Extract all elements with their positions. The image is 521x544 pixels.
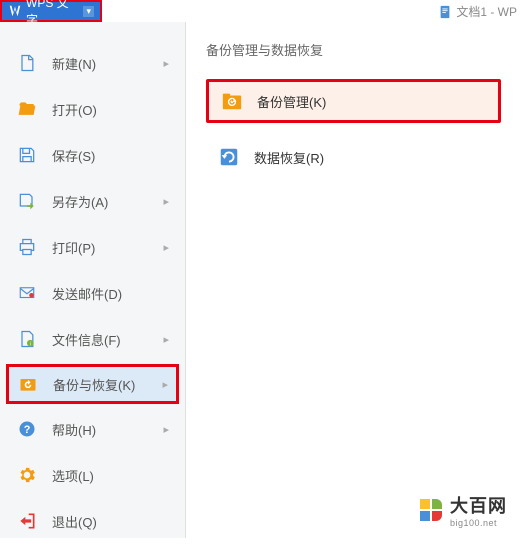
document-title-text: 文档1 - WP: [456, 3, 517, 20]
menu-item-exit[interactable]: 退出(Q): [0, 498, 185, 544]
file-menu-sidebar: 新建(N) ▸ 打开(O) 保存(S) 另存为(A) ▸: [0, 22, 186, 538]
menu-label: 帮助(H): [52, 420, 163, 439]
saveas-icon: [16, 190, 38, 212]
panel-title: 备份管理与数据恢复: [206, 40, 501, 59]
option-label: 数据恢复(R): [254, 148, 324, 167]
chevron-right-icon: ▸: [163, 241, 169, 254]
print-icon: [16, 236, 38, 258]
document-title-area: 文档1 - WP: [438, 3, 517, 20]
app-dropdown-icon[interactable]: ▾: [83, 6, 94, 17]
watermark: 大百网 big100.net: [420, 492, 507, 528]
new-file-icon: [16, 52, 38, 74]
chevron-right-icon: ▸: [163, 195, 169, 208]
recover-icon: [218, 146, 240, 168]
chevron-right-icon: ▸: [163, 333, 169, 346]
document-icon: [438, 5, 452, 19]
app-logo-icon: [8, 4, 22, 18]
menu-label: 新建(N): [52, 54, 163, 73]
option-label: 备份管理(K): [257, 92, 326, 111]
svg-text:i: i: [30, 342, 31, 348]
menu-label: 保存(S): [52, 146, 169, 165]
menu-label: 另存为(A): [52, 192, 163, 211]
chevron-right-icon: ▸: [162, 378, 168, 391]
main-panel: 备份管理与数据恢复 备份管理(K) 数据恢复(R): [186, 22, 521, 538]
menu-item-open[interactable]: 打开(O): [0, 86, 185, 132]
menu-item-help[interactable]: ? 帮助(H) ▸: [0, 406, 185, 452]
menu-item-save[interactable]: 保存(S): [0, 132, 185, 178]
menu-label: 退出(Q): [52, 512, 169, 531]
chevron-right-icon: ▸: [163, 423, 169, 436]
menu-item-mail[interactable]: 发送邮件(D): [0, 270, 185, 316]
menu-label: 发送邮件(D): [52, 284, 169, 303]
save-icon: [16, 144, 38, 166]
watermark-sub-text: big100.net: [450, 518, 497, 528]
exit-icon: [16, 510, 38, 532]
svg-text:?: ?: [24, 424, 31, 436]
menu-item-fileinfo[interactable]: i 文件信息(F) ▸: [0, 316, 185, 362]
option-backup-manage[interactable]: 备份管理(K): [206, 79, 501, 123]
watermark-main-text: 大百网: [450, 492, 507, 518]
open-folder-icon: [16, 98, 38, 120]
app-titlebar[interactable]: WPS 文字 ▾: [0, 0, 102, 22]
menu-item-saveas[interactable]: 另存为(A) ▸: [0, 178, 185, 224]
gear-icon: [16, 464, 38, 486]
menu-item-options[interactable]: 选项(L): [0, 452, 185, 498]
menu-label: 文件信息(F): [52, 330, 163, 349]
chevron-right-icon: ▸: [163, 57, 169, 70]
menu-item-backup[interactable]: 备份与恢复(K) ▸: [6, 364, 179, 404]
mail-icon: [16, 282, 38, 304]
backup-folder-icon: [221, 90, 243, 112]
menu-label: 选项(L): [52, 466, 169, 485]
backup-icon: [17, 373, 39, 395]
watermark-logo-icon: [420, 499, 442, 521]
menu-item-new[interactable]: 新建(N) ▸: [0, 40, 185, 86]
help-icon: ?: [16, 418, 38, 440]
menu-label: 打开(O): [52, 100, 169, 119]
option-data-recover[interactable]: 数据恢复(R): [206, 135, 501, 179]
menu-item-print[interactable]: 打印(P) ▸: [0, 224, 185, 270]
fileinfo-icon: i: [16, 328, 38, 350]
menu-label: 打印(P): [52, 238, 163, 257]
content-area: 新建(N) ▸ 打开(O) 保存(S) 另存为(A) ▸: [0, 22, 521, 538]
menu-label: 备份与恢复(K): [53, 375, 162, 394]
